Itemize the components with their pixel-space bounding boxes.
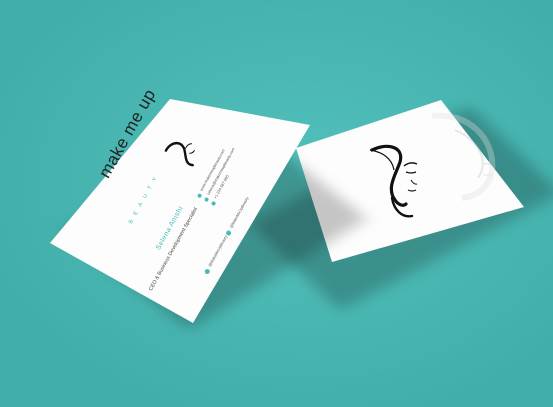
globe-icon <box>196 192 203 199</box>
social-instagram[interactable]: @MakeMeUpBeauty <box>229 196 250 229</box>
logo-face-icon <box>164 141 195 167</box>
phone-icon <box>210 200 217 207</box>
mail-icon <box>203 196 210 203</box>
front-card-content: make me up BEAUTY www.makemeupbeauty.com… <box>0 0 553 407</box>
facebook-icon <box>203 268 211 275</box>
social-facebook[interactable]: @MakeMeUpBeauty <box>208 235 229 268</box>
mockup-scene: make me up BEAUTY www.makemeupbeauty.com… <box>0 0 553 407</box>
contact-list: www.makemeupbeauty.com selena@makemeupbe… <box>196 147 236 208</box>
brand-logo-text: make me up <box>95 85 160 182</box>
brand-logo-subtext: BEAUTY <box>128 171 162 225</box>
